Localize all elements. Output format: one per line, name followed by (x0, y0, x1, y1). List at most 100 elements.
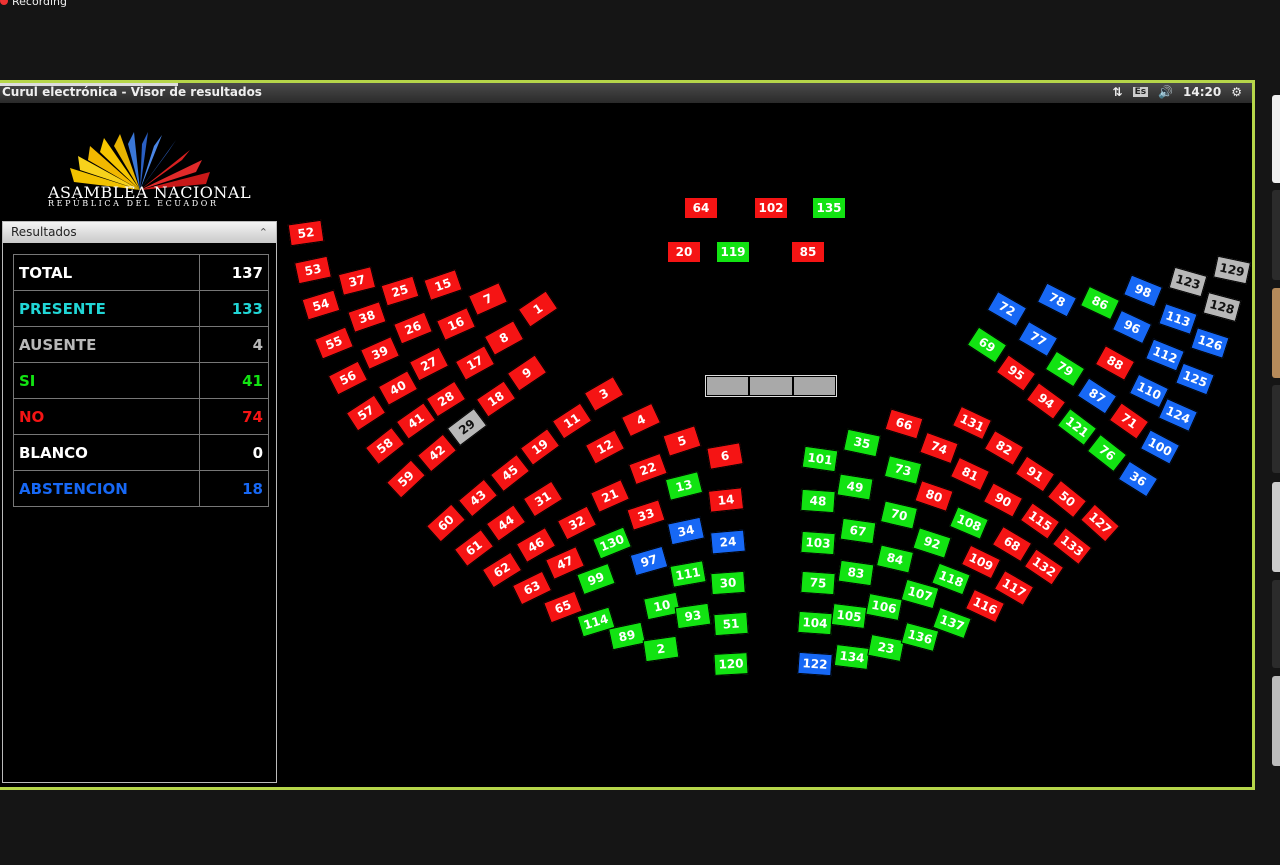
seat-128[interactable]: 128 (1202, 291, 1242, 323)
seat-27[interactable]: 27 (408, 346, 450, 382)
seat-78[interactable]: 78 (1036, 282, 1078, 318)
seat-28[interactable]: 28 (425, 380, 467, 418)
seat-50[interactable]: 50 (1046, 479, 1088, 519)
seat-8[interactable]: 8 (483, 320, 525, 356)
seat-123[interactable]: 123 (1168, 266, 1208, 298)
clock[interactable]: 14:20 (1183, 85, 1221, 99)
seat-97[interactable]: 97 (629, 545, 669, 577)
seat-31[interactable]: 31 (522, 480, 564, 518)
participant-thumbnail[interactable] (1272, 95, 1280, 183)
seat-29[interactable]: 29 (446, 407, 488, 447)
seat-17[interactable]: 17 (454, 345, 496, 381)
seat-23[interactable]: 23 (867, 633, 905, 663)
seat-40[interactable]: 40 (377, 370, 419, 406)
seat-98[interactable]: 98 (1123, 274, 1163, 308)
seat-2[interactable]: 2 (642, 635, 680, 663)
seat-127[interactable]: 127 (1080, 503, 1120, 543)
seat-64[interactable]: 64 (684, 197, 718, 219)
seat-12[interactable]: 12 (584, 429, 626, 465)
seat-86[interactable]: 86 (1079, 285, 1121, 321)
seat-61[interactable]: 61 (453, 528, 495, 568)
seat-101[interactable]: 101 (801, 445, 839, 473)
seat-124[interactable]: 124 (1157, 398, 1199, 432)
seat-99[interactable]: 99 (576, 562, 616, 596)
seat-16[interactable]: 16 (435, 307, 477, 341)
seat-14[interactable]: 14 (707, 487, 745, 513)
seat-35[interactable]: 35 (843, 428, 881, 458)
seat-18[interactable]: 18 (475, 380, 517, 418)
seat-100[interactable]: 100 (1139, 429, 1181, 465)
keyboard-language[interactable]: Es (1132, 87, 1149, 97)
seat-19[interactable]: 19 (519, 428, 561, 466)
seat-80[interactable]: 80 (914, 480, 954, 512)
seat-75[interactable]: 75 (800, 570, 836, 596)
seat-105[interactable]: 105 (830, 603, 868, 629)
seat-96[interactable]: 96 (1111, 309, 1153, 345)
seat-122[interactable]: 122 (797, 651, 833, 677)
seat-41[interactable]: 41 (395, 402, 437, 440)
seat-130[interactable]: 130 (592, 526, 632, 560)
seat-70[interactable]: 70 (879, 500, 919, 530)
seat-95[interactable]: 95 (995, 354, 1037, 392)
seat-133[interactable]: 133 (1051, 526, 1093, 566)
seat-26[interactable]: 26 (393, 311, 433, 345)
seat-11[interactable]: 11 (551, 402, 593, 440)
seat-21[interactable]: 21 (589, 479, 631, 513)
volume-icon[interactable]: 🔊 (1158, 85, 1173, 99)
seat-32[interactable]: 32 (556, 505, 598, 541)
seat-37[interactable]: 37 (337, 266, 377, 296)
seat-120[interactable]: 120 (713, 652, 749, 676)
seat-57[interactable]: 57 (345, 394, 387, 432)
seat-110[interactable]: 110 (1128, 373, 1170, 409)
seat-9[interactable]: 9 (506, 354, 548, 392)
seat-4[interactable]: 4 (620, 402, 662, 438)
participant-thumbnail[interactable] (1272, 190, 1280, 280)
seat-44[interactable]: 44 (485, 504, 527, 542)
seat-34[interactable]: 34 (667, 516, 705, 546)
seat-5[interactable]: 5 (662, 425, 702, 457)
seat-67[interactable]: 67 (839, 517, 877, 545)
seat-48[interactable]: 48 (800, 488, 836, 514)
seat-39[interactable]: 39 (359, 336, 401, 370)
seat-6[interactable]: 6 (706, 442, 744, 470)
seat-113[interactable]: 113 (1158, 303, 1198, 335)
seat-131[interactable]: 131 (951, 405, 993, 441)
seat-43[interactable]: 43 (457, 478, 499, 518)
seat-54[interactable]: 54 (301, 289, 341, 321)
seat-3[interactable]: 3 (583, 375, 625, 413)
seat-84[interactable]: 84 (875, 544, 915, 574)
seat-36[interactable]: 36 (1117, 460, 1159, 498)
gear-icon[interactable]: ⚙ (1231, 85, 1242, 99)
seat-71[interactable]: 71 (1108, 402, 1150, 440)
seat-82[interactable]: 82 (983, 429, 1025, 467)
seat-59[interactable]: 59 (386, 459, 426, 499)
seat-106[interactable]: 106 (865, 592, 903, 622)
seat-60[interactable]: 60 (426, 503, 466, 543)
seat-134[interactable]: 134 (833, 644, 871, 670)
participant-thumbnail[interactable] (1272, 580, 1280, 668)
seat-22[interactable]: 22 (628, 452, 668, 486)
seat-49[interactable]: 49 (836, 473, 874, 501)
seat-45[interactable]: 45 (489, 453, 531, 493)
seat-111[interactable]: 111 (669, 560, 707, 588)
seat-13[interactable]: 13 (664, 471, 704, 501)
seat-25[interactable]: 25 (380, 275, 420, 307)
seat-42[interactable]: 42 (416, 433, 458, 473)
participant-thumbnail[interactable] (1272, 482, 1280, 572)
seat-126[interactable]: 126 (1190, 327, 1230, 359)
seat-51[interactable]: 51 (713, 611, 749, 637)
seat-20[interactable]: 20 (667, 241, 701, 263)
participant-thumbnail[interactable] (1272, 288, 1280, 378)
seat-121[interactable]: 121 (1056, 407, 1098, 447)
results-panel-header[interactable]: Resultados ⌃ (3, 222, 276, 243)
seat-104[interactable]: 104 (797, 610, 833, 636)
seat-68[interactable]: 68 (991, 525, 1033, 563)
seat-73[interactable]: 73 (883, 455, 923, 485)
seat-87[interactable]: 87 (1076, 377, 1118, 415)
seat-52[interactable]: 52 (287, 219, 325, 247)
seat-102[interactable]: 102 (754, 197, 788, 219)
seat-132[interactable]: 132 (1023, 548, 1065, 586)
seat-15[interactable]: 15 (423, 269, 463, 301)
seat-83[interactable]: 83 (837, 559, 875, 587)
seat-85[interactable]: 85 (791, 241, 825, 263)
